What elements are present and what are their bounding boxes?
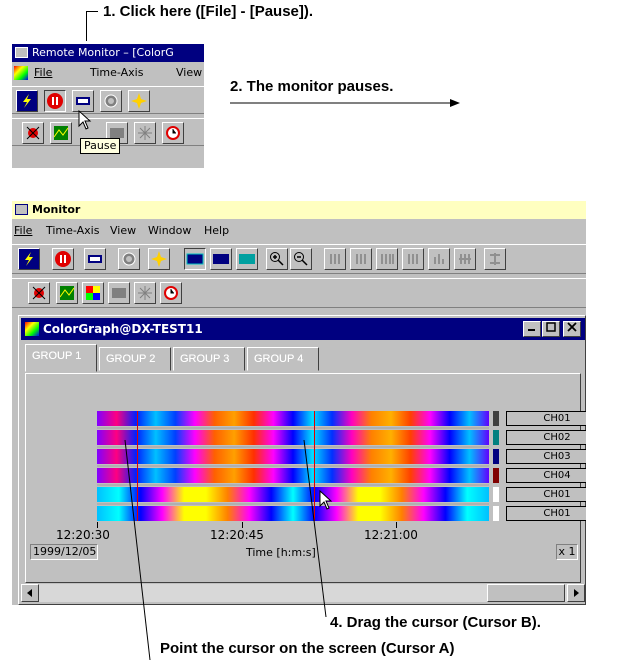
- callout-point-cursor: Point the cursor on the screen (Cursor A…: [160, 640, 455, 657]
- callout-step4: 4. Drag the cursor (Cursor B).: [330, 614, 541, 631]
